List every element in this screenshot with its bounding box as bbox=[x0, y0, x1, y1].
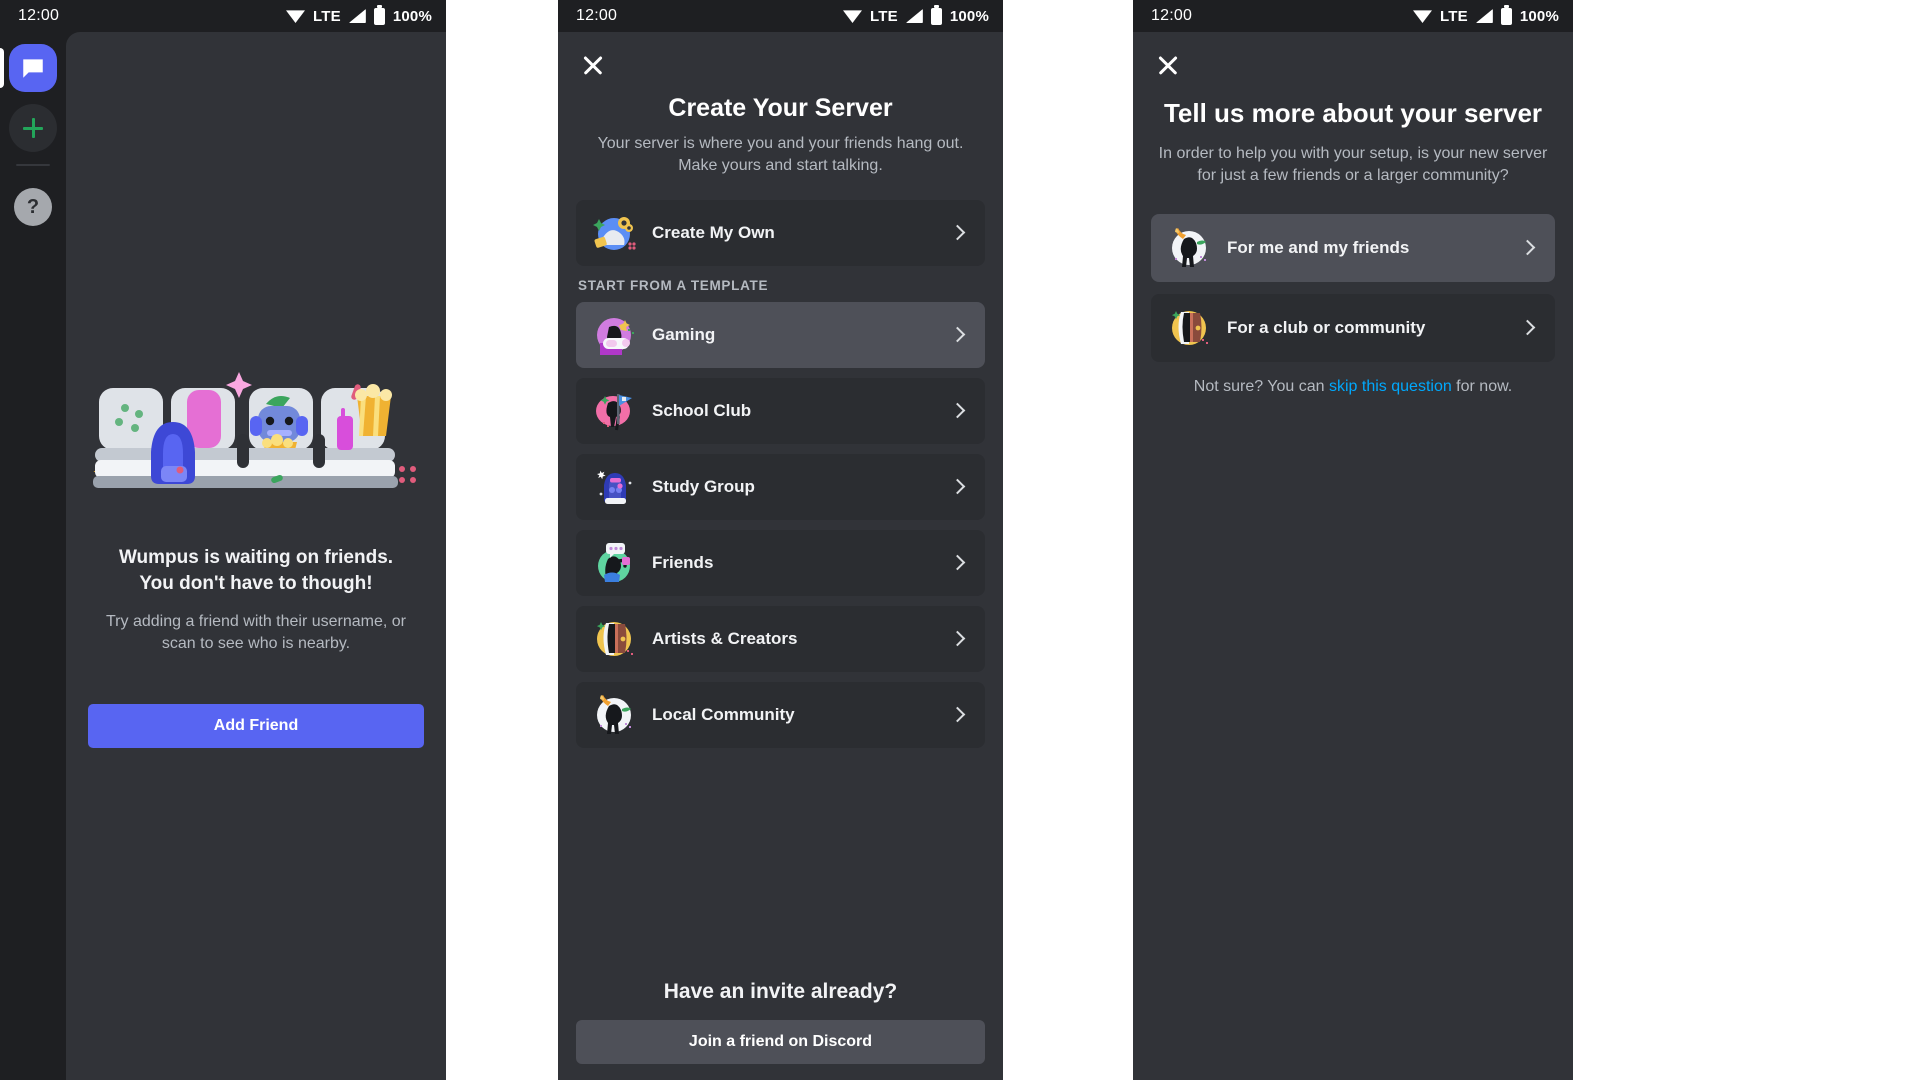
chevron-right-icon bbox=[1519, 240, 1536, 256]
skip-question-link[interactable]: skip this question bbox=[1329, 378, 1452, 395]
panel-gutter-right bbox=[1003, 0, 1133, 1080]
wifi-icon bbox=[843, 9, 862, 23]
phone-panel-friends: 12:00 LTE 100% ? Wumpus is waiting on fr… bbox=[0, 0, 446, 1080]
status-bar: 12:00 LTE 100% bbox=[558, 0, 1003, 32]
network-type-label: LTE bbox=[870, 7, 898, 25]
guild-sidebar: ? bbox=[0, 32, 66, 1080]
panel-gutter-left bbox=[446, 0, 558, 1080]
friends-empty-state: Wumpus is waiting on friends. You don't … bbox=[66, 32, 446, 1080]
section-label-templates: START FROM A TEMPLATE bbox=[578, 277, 769, 293]
status-bar-indicators: LTE 100% bbox=[1413, 4, 1559, 25]
add-friend-button[interactable]: Add Friend bbox=[88, 703, 424, 748]
row-label: School Club bbox=[652, 400, 752, 420]
gaming-headset-icon bbox=[592, 313, 636, 357]
planet-sparkle-icon bbox=[592, 211, 636, 255]
discord-messages-icon[interactable] bbox=[9, 44, 57, 92]
status-bar-time: 12:00 bbox=[576, 7, 618, 24]
create-server-options: Create My Own START FROM A TEMPLATE Gami… bbox=[576, 199, 985, 748]
empty-state-subtitle: Try adding a friend with their username,… bbox=[106, 612, 406, 653]
template-row-artists-creators[interactable]: Artists & Creators bbox=[576, 605, 985, 672]
sidebar-divider bbox=[16, 164, 50, 166]
row-label: For a club or community bbox=[1227, 317, 1426, 337]
close-icon[interactable] bbox=[1153, 50, 1183, 80]
cellular-signal-icon bbox=[348, 9, 366, 23]
template-row-school-club[interactable]: School Club bbox=[576, 377, 985, 444]
local-community-icon bbox=[1167, 226, 1211, 270]
page-description: Your server is where you and your friend… bbox=[597, 135, 964, 175]
status-bar: 12:00 LTE 100% bbox=[0, 0, 446, 32]
template-row-gaming[interactable]: Gaming bbox=[576, 301, 985, 368]
status-bar: 12:00 LTE 100% bbox=[1133, 0, 1573, 32]
backpack-icon bbox=[592, 465, 636, 509]
battery-icon bbox=[1500, 4, 1512, 25]
network-type-label: LTE bbox=[313, 7, 341, 25]
wifi-icon bbox=[286, 9, 305, 23]
option-row-friends[interactable]: For me and my friends bbox=[1151, 213, 1555, 282]
battery-percent-label: 100% bbox=[1519, 7, 1559, 25]
status-bar-time: 12:00 bbox=[18, 7, 60, 24]
option-row-community[interactable]: For a club or community bbox=[1151, 293, 1555, 362]
chevron-right-icon bbox=[949, 403, 966, 419]
chevron-right-icon bbox=[949, 555, 966, 571]
server-size-modal: Tell us more about your server In order … bbox=[1133, 32, 1573, 1080]
artist-easel-icon bbox=[1167, 306, 1211, 350]
school-flag-icon bbox=[592, 389, 636, 433]
join-friend-button[interactable]: Join a friend on Discord bbox=[576, 1020, 985, 1064]
wumpus-waiting-illustration bbox=[91, 364, 421, 499]
row-label: Create My Own bbox=[652, 222, 775, 242]
status-bar-time: 12:00 bbox=[1151, 7, 1193, 24]
page-title: Create Your Server bbox=[668, 94, 893, 122]
wifi-icon bbox=[1413, 9, 1432, 23]
template-row-study-group[interactable]: Study Group bbox=[576, 453, 985, 520]
create-server-modal: Create Your Server Your server is where … bbox=[558, 32, 1003, 1080]
create-my-own-row[interactable]: Create My Own bbox=[576, 199, 985, 266]
network-type-label: LTE bbox=[1440, 7, 1468, 25]
page-title: Tell us more about your server bbox=[1163, 98, 1543, 128]
chevron-right-icon bbox=[1519, 320, 1536, 336]
template-row-friends[interactable]: Friends bbox=[576, 529, 985, 596]
status-bar-indicators: LTE 100% bbox=[286, 4, 432, 25]
chevron-right-icon bbox=[949, 327, 966, 343]
row-label: Gaming bbox=[652, 324, 716, 344]
friends-screen-body: ? Wumpus is waiting on friends. You don'… bbox=[0, 32, 446, 1080]
empty-state-title: Wumpus is waiting on friends. You don't … bbox=[118, 547, 394, 595]
cellular-signal-icon bbox=[905, 9, 923, 23]
row-label: Study Group bbox=[652, 476, 755, 496]
artist-easel-icon bbox=[592, 617, 636, 661]
chevron-right-icon bbox=[949, 631, 966, 647]
battery-percent-label: 100% bbox=[949, 7, 989, 25]
row-label: Artists & Creators bbox=[652, 628, 798, 648]
invite-section-title: Have an invite already? bbox=[663, 980, 898, 1003]
row-label: Friends bbox=[652, 552, 714, 572]
chevron-right-icon bbox=[949, 707, 966, 723]
phone-panel-server-size: 12:00 LTE 100% Tell us more about your s… bbox=[1133, 0, 1573, 1080]
add-server-button[interactable] bbox=[9, 104, 57, 152]
screenshot-root: 12:00 LTE 100% ? Wumpus is waiting on fr… bbox=[0, 0, 1920, 1080]
sidebar-item-home[interactable] bbox=[0, 44, 66, 92]
plus-icon bbox=[23, 118, 43, 138]
page-description: In order to help you with your setup, is… bbox=[1158, 145, 1548, 185]
skip-note-prefix: Not sure? You can bbox=[1193, 377, 1329, 395]
battery-icon bbox=[373, 4, 385, 25]
skip-question-note: Not sure? You can skip this question for… bbox=[1151, 378, 1555, 396]
friends-chat-icon bbox=[592, 541, 636, 585]
chevron-right-icon bbox=[949, 479, 966, 495]
status-bar-indicators: LTE 100% bbox=[843, 4, 989, 25]
battery-percent-label: 100% bbox=[392, 7, 432, 25]
question-mark-icon[interactable]: ? bbox=[14, 188, 52, 226]
local-community-icon bbox=[592, 693, 636, 737]
chevron-right-icon bbox=[949, 225, 966, 241]
cellular-signal-icon bbox=[1475, 9, 1493, 23]
phone-panel-create-server: 12:00 LTE 100% Create Your Server Your s… bbox=[558, 0, 1003, 1080]
template-row-local-community[interactable]: Local Community bbox=[576, 681, 985, 748]
close-icon[interactable] bbox=[578, 50, 608, 80]
skip-note-suffix: for now. bbox=[1451, 377, 1513, 395]
server-size-options: For me and my friends For a club or comm… bbox=[1151, 213, 1555, 396]
battery-icon bbox=[930, 4, 942, 25]
row-label: Local Community bbox=[652, 704, 795, 724]
row-label: For me and my friends bbox=[1227, 237, 1410, 257]
invite-section: Have an invite already? Join a friend on… bbox=[576, 980, 985, 1064]
